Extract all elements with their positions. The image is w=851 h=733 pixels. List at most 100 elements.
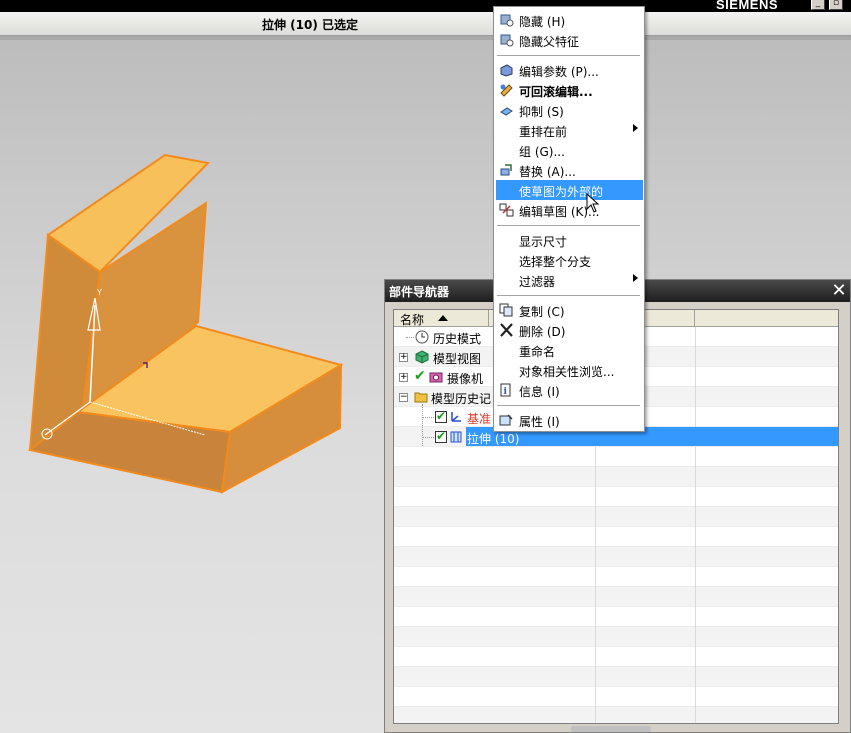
column-header-name[interactable]: 名称 xyxy=(394,310,489,327)
menu-item-reorder-before[interactable]: 重排在前 xyxy=(496,120,643,140)
svg-text:i: i xyxy=(504,387,508,397)
menu-separator xyxy=(497,405,640,407)
menu-label: 重排在前 xyxy=(519,125,568,139)
expand-icon[interactable]: + xyxy=(399,373,408,382)
table-row xyxy=(394,607,838,627)
camera-icon xyxy=(429,372,443,383)
menu-item-rollback-edit[interactable]: 可回滚编辑... xyxy=(496,80,643,100)
menu-item-filter[interactable]: 过滤器 xyxy=(496,270,643,290)
tree-label: 模型视图 xyxy=(433,352,482,366)
menu-item-show-dimensions[interactable]: 显示尺寸 xyxy=(496,230,643,250)
menu-item-replace[interactable]: 替换 (A)... xyxy=(496,160,643,180)
menu-item-delete[interactable]: 删除 (D) xyxy=(496,320,643,340)
menu-separator xyxy=(497,295,640,297)
suppress-icon xyxy=(500,107,513,116)
edit-sketch-icon xyxy=(499,203,514,217)
delete-icon xyxy=(500,323,513,337)
edit-params-icon xyxy=(500,64,513,77)
table-row xyxy=(394,507,838,527)
menu-item-copy[interactable]: 复制 (C) xyxy=(496,300,643,320)
menu-item-info[interactable]: i 信息 (I) xyxy=(496,380,643,400)
menu-label: 编辑参数 (P)... xyxy=(519,65,599,79)
menu-label: 显示尺寸 xyxy=(519,235,568,249)
table-row xyxy=(394,567,838,587)
column-header-4[interactable] xyxy=(695,310,838,327)
expand-icon[interactable]: + xyxy=(399,353,408,362)
menu-item-hide[interactable]: 隐藏 (H) xyxy=(496,10,643,30)
copy-icon xyxy=(499,303,513,317)
menu-item-edit-sketch[interactable]: 编辑草图 (K)... xyxy=(496,200,643,220)
submenu-arrow-icon xyxy=(633,274,638,282)
menu-label: 抑制 (S) xyxy=(519,105,564,119)
table-row xyxy=(394,467,838,487)
menu-item-select-branch[interactable]: 选择整个分支 xyxy=(496,250,643,270)
menu-label: 隐藏 (H) xyxy=(519,15,566,29)
hide-icon xyxy=(500,14,514,27)
close-icon[interactable]: ✕ xyxy=(830,282,848,300)
horizontal-scrollbar[interactable] xyxy=(571,726,651,732)
context-menu: 隐藏 (H) 隐藏父特征 编辑参数 (P)... 可回滚编辑... 抑制 (S)… xyxy=(493,6,645,432)
visibility-checkbox[interactable]: ✔ xyxy=(435,429,447,443)
menu-label: 删除 (D) xyxy=(519,325,566,339)
menu-label: 属性 (I) xyxy=(519,415,560,429)
table-row xyxy=(394,447,838,467)
menu-label: 隐藏父特征 xyxy=(519,35,580,49)
table-row xyxy=(394,667,838,687)
visibility-checkbox[interactable]: ✔ xyxy=(435,409,447,423)
folder-icon xyxy=(414,392,428,403)
restore-icon[interactable]: ▫ xyxy=(829,0,843,10)
menu-label: 可回滚编辑... xyxy=(519,85,593,99)
menu-separator xyxy=(497,55,640,57)
column-name-label: 名称 xyxy=(400,313,425,327)
menu-item-suppress[interactable]: 抑制 (S) xyxy=(496,100,643,120)
tree-label: 拉伸 (10) xyxy=(467,432,520,446)
collapse-icon[interactable]: − xyxy=(399,393,408,402)
siemens-logo: SIEMENS xyxy=(716,0,779,12)
table-row xyxy=(394,527,838,547)
tree-label: 摄像机 xyxy=(447,372,484,386)
mouse-cursor-icon xyxy=(586,193,600,213)
table-row xyxy=(394,627,838,647)
y-axis-label: Y xyxy=(96,288,102,297)
sort-ascending-icon xyxy=(438,315,448,321)
column-divider xyxy=(695,327,696,723)
menu-item-properties[interactable]: 属性 (I) xyxy=(496,410,643,430)
part-navigator-title-text: 部件导航器 xyxy=(389,285,450,299)
menu-label: 信息 (I) xyxy=(519,385,560,399)
replace-icon xyxy=(500,164,512,176)
tree-label: 基准 xyxy=(467,412,492,426)
minimize-icon[interactable]: _ xyxy=(811,0,825,10)
menu-item-rename[interactable]: 重命名 xyxy=(496,340,643,360)
menu-item-hide-parent[interactable]: 隐藏父特征 xyxy=(496,30,643,50)
menu-separator xyxy=(497,225,640,227)
menu-item-object-dependency[interactable]: 对象相关性浏览... xyxy=(496,360,643,380)
menu-item-group[interactable]: 组 (G)... xyxy=(496,140,643,160)
menu-label: 选择整个分支 xyxy=(519,255,592,269)
clock-icon xyxy=(415,330,429,344)
table-row xyxy=(394,707,838,723)
title-strip: SIEMENS _ ▫ xyxy=(0,0,851,12)
extrude-icon xyxy=(450,431,462,443)
properties-icon xyxy=(499,414,513,426)
status-message: 拉伸 (10) 已选定 xyxy=(262,18,359,32)
menu-label: 对象相关性浏览... xyxy=(519,365,615,379)
menu-item-edit-parameters[interactable]: 编辑参数 (P)... xyxy=(496,60,643,80)
table-row xyxy=(394,587,838,607)
table-row xyxy=(394,487,838,507)
checkmark-icon[interactable]: ✔ xyxy=(414,368,426,384)
rollback-edit-icon xyxy=(500,84,513,97)
menu-label: 重命名 xyxy=(519,345,556,359)
datum-csys-icon xyxy=(451,412,461,422)
table-row xyxy=(394,647,838,667)
tree-label: 历史模式 xyxy=(433,332,482,346)
submenu-arrow-icon xyxy=(633,124,638,132)
info-icon: i xyxy=(500,383,511,397)
table-row xyxy=(394,547,838,567)
table-row xyxy=(394,687,838,707)
menu-label: 复制 (C) xyxy=(519,305,565,319)
menu-label: 过滤器 xyxy=(519,275,556,289)
menu-label: 替换 (A)... xyxy=(519,165,576,179)
menu-item-make-sketch-external[interactable]: 使草图为外部的 xyxy=(496,180,643,200)
tree-label: 模型历史记 xyxy=(431,392,492,406)
menu-label: 组 (G)... xyxy=(519,145,565,159)
